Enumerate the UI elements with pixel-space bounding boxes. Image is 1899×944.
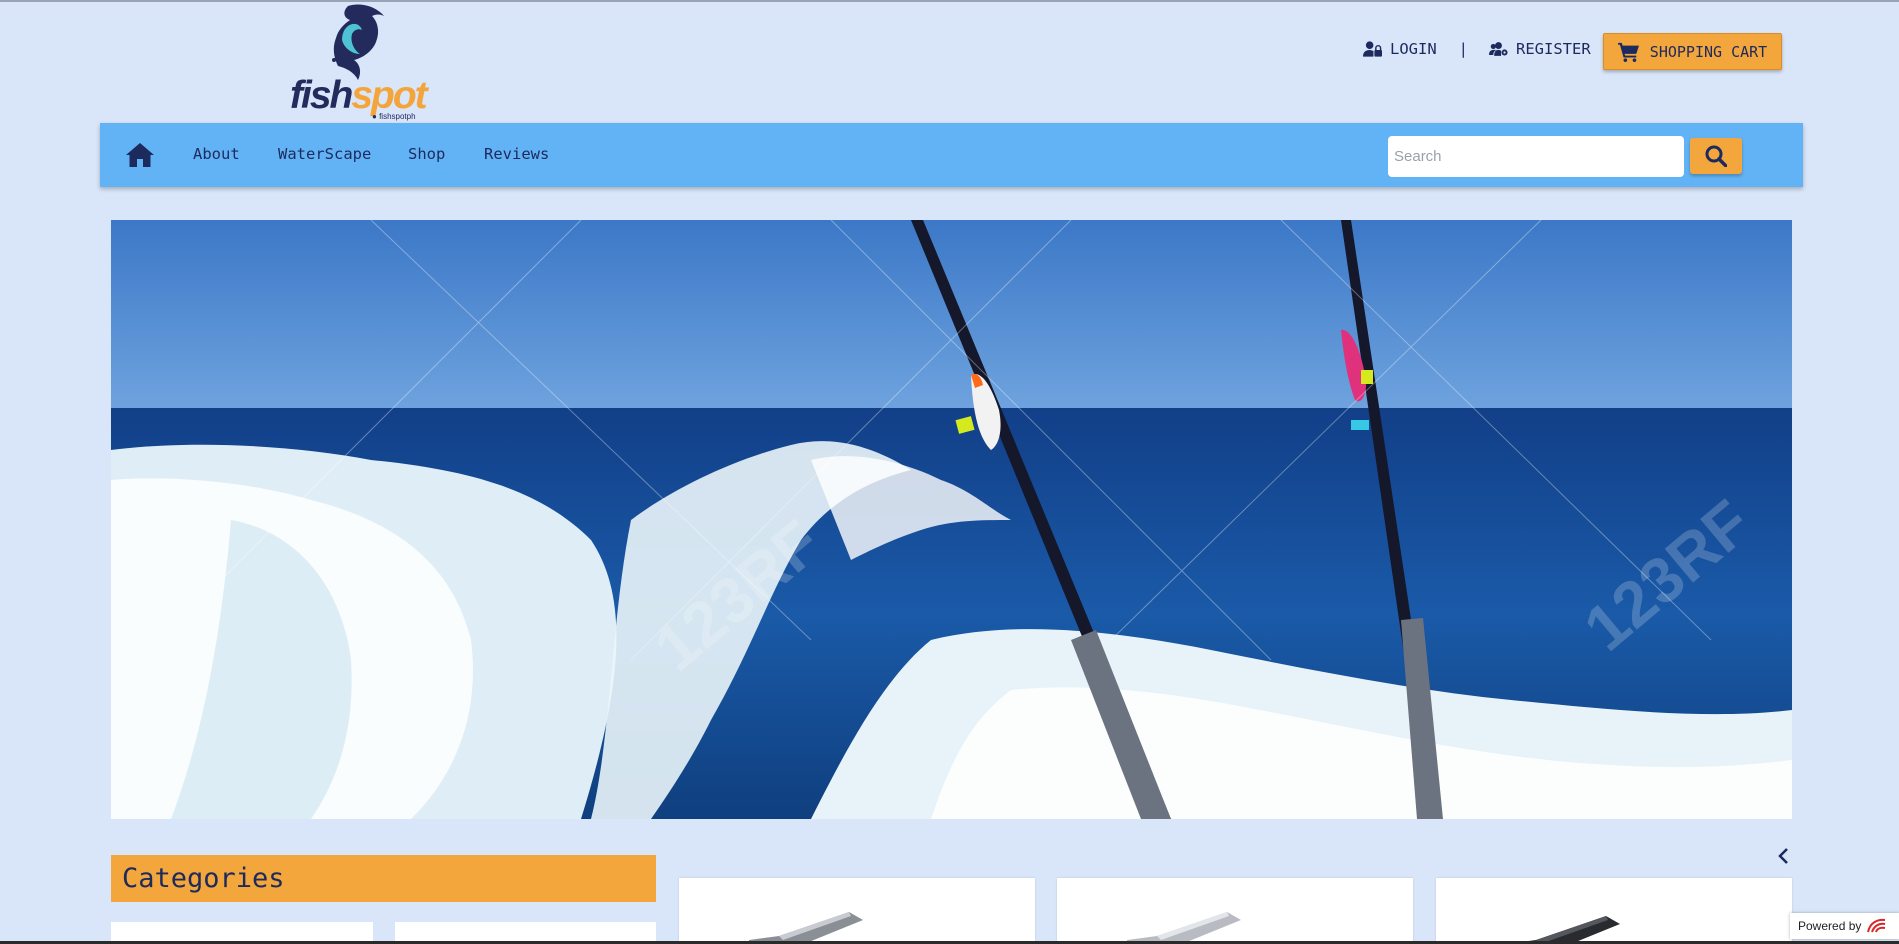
nav-item-waterscape[interactable]: WaterScape [278, 145, 371, 163]
nav-item-reviews[interactable]: Reviews [484, 145, 549, 163]
main-navbar: About WaterScape Shop Reviews [100, 123, 1803, 187]
login-link[interactable]: LOGIN [1363, 40, 1437, 58]
powered-by-badge[interactable]: Powered by [1790, 913, 1899, 939]
product-image [1127, 912, 1241, 944]
categories-title: Categories [122, 863, 285, 894]
product-card[interactable] [679, 878, 1035, 944]
users-cog-icon [1489, 42, 1508, 56]
logo-wordmark: fishspot [290, 74, 428, 117]
register-link[interactable]: REGISTER [1489, 40, 1591, 58]
register-label: REGISTER [1516, 40, 1591, 58]
product-image [749, 912, 863, 944]
fish-logo-icon [332, 4, 384, 81]
nav-item-about[interactable]: About [193, 145, 240, 163]
user-lock-icon [1363, 41, 1382, 57]
chevron-left-icon[interactable] [1774, 846, 1794, 866]
powered-by-label: Powered by [1798, 919, 1862, 933]
account-links: LOGIN | REGISTER [1363, 40, 1591, 58]
search-input[interactable] [1388, 136, 1684, 177]
product-card[interactable] [1057, 878, 1413, 944]
hero-banner: 123RF 123RF [111, 220, 1792, 819]
search-icon [1705, 145, 1727, 167]
login-label: LOGIN [1390, 40, 1437, 58]
home-icon[interactable] [126, 143, 154, 167]
provider-logo-icon [1867, 918, 1886, 933]
shopping-cart-icon [1617, 42, 1639, 62]
categories-header: Categories [111, 855, 656, 902]
product-image [1506, 916, 1620, 944]
nav-item-shop[interactable]: Shop [408, 145, 445, 163]
search-button[interactable] [1690, 138, 1742, 174]
cart-label: SHOPPING CART [1649, 42, 1768, 61]
fishspot-logo[interactable]: fishspot ● fishspotph [288, 2, 428, 122]
logo-handle: ● fishspotph [372, 112, 416, 121]
window-top-border [0, 0, 1899, 2]
header-separator: | [1458, 40, 1469, 58]
hero-image: 123RF 123RF [111, 220, 1792, 819]
shopping-cart-button[interactable]: SHOPPING CART [1603, 33, 1782, 70]
product-card[interactable] [1436, 878, 1792, 944]
